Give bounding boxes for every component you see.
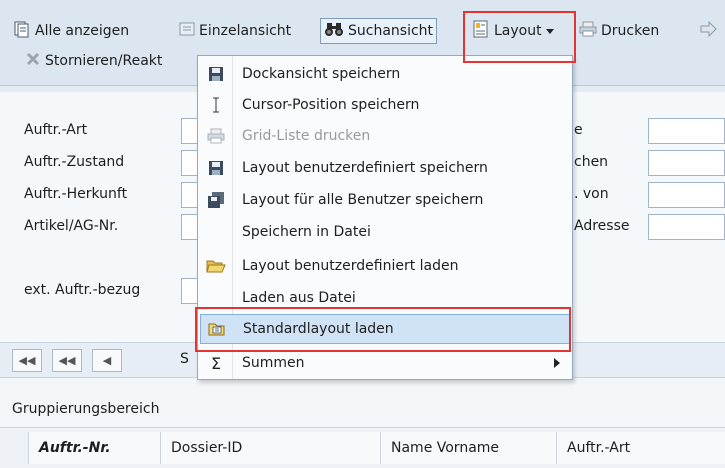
menu-item-load-default-layout[interactable]: Standardlayout laden bbox=[200, 314, 570, 344]
right-input-3[interactable] bbox=[648, 182, 725, 208]
column-label: Auftr.-Nr. bbox=[39, 440, 111, 456]
grouping-area[interactable]: Gruppierungsbereich bbox=[0, 378, 725, 428]
grid-header: Auftr.-Nr. Dossier-ID Name Vorname Auftr… bbox=[0, 428, 725, 468]
right-input-4[interactable] bbox=[648, 214, 725, 240]
menu-item-label: Layout benutzerdefiniert laden bbox=[242, 258, 459, 274]
first-page-icon: ◀◀ bbox=[18, 354, 36, 367]
order-state-label: Auftr.-Zustand bbox=[24, 154, 125, 170]
layout-label: Layout bbox=[494, 23, 542, 39]
print-label: Drucken bbox=[601, 23, 660, 39]
menu-item-label: Standardlayout laden bbox=[243, 321, 394, 337]
form-icon bbox=[179, 21, 195, 41]
menu-item-label: Grid-Liste drucken bbox=[242, 128, 371, 144]
forward-arrow-icon bbox=[699, 20, 717, 41]
forward-button[interactable] bbox=[696, 18, 720, 44]
documents-icon bbox=[13, 20, 31, 42]
right-label-1: e bbox=[574, 122, 583, 138]
order-type-label: Auftr.-Art bbox=[24, 122, 88, 138]
menu-item-save-to-file[interactable]: Speichern in Datei bbox=[200, 217, 570, 247]
search-view-button[interactable]: Suchansicht bbox=[320, 18, 438, 44]
cancel-reactivate-button[interactable]: Stornieren/Reakt bbox=[22, 48, 165, 74]
print-button[interactable]: Drucken bbox=[576, 18, 662, 44]
column-header-dossier-id[interactable]: Dossier-ID bbox=[160, 432, 380, 464]
right-input-2[interactable] bbox=[648, 150, 725, 176]
column-header-order-type[interactable]: Auftr.-Art bbox=[556, 432, 725, 464]
pager-label: S bbox=[180, 351, 189, 367]
column-label: Auftr.-Art bbox=[567, 440, 631, 456]
printer-icon bbox=[200, 128, 232, 144]
column-header-order-nr[interactable]: Auftr.-Nr. bbox=[28, 432, 160, 464]
column-label: Dossier-ID bbox=[171, 440, 243, 456]
single-view-button[interactable]: Einzelansicht bbox=[176, 18, 294, 44]
show-all-button[interactable]: Alle anzeigen bbox=[10, 18, 132, 44]
menu-item-label: Layout benutzerdefiniert speichern bbox=[242, 160, 488, 176]
menu-item-label: Speichern in Datei bbox=[242, 224, 371, 240]
grouping-area-label: Gruppierungsbereich bbox=[12, 401, 160, 417]
prev-page-button[interactable]: ◀ bbox=[92, 349, 122, 372]
submenu-arrow-icon bbox=[554, 358, 560, 368]
rewind-icon: ◀◀ bbox=[58, 354, 76, 367]
menu-item-label: Cursor-Position speichern bbox=[242, 97, 420, 113]
ext-order-ref-label: ext. Auftr.-bezug bbox=[24, 282, 141, 298]
first-page-button[interactable]: ◀◀ bbox=[12, 349, 42, 372]
load-layout-icon bbox=[201, 320, 233, 338]
right-label-3: . von bbox=[574, 186, 609, 202]
menu-item-print-grid-list[interactable]: Grid-Liste drucken bbox=[200, 121, 570, 151]
single-view-label: Einzelansicht bbox=[199, 23, 292, 39]
layout-dropdown-menu: Dockansicht speichern Cursor-Position sp… bbox=[197, 55, 573, 380]
right-label-4: Adresse bbox=[574, 218, 630, 234]
text-cursor-icon bbox=[200, 97, 232, 113]
search-view-label: Suchansicht bbox=[348, 23, 434, 39]
menu-item-label: Dockansicht speichern bbox=[242, 66, 401, 82]
layout-menu-button[interactable]: Layout bbox=[469, 18, 557, 44]
multi-floppy-icon bbox=[200, 191, 232, 209]
floppy-icon bbox=[200, 66, 232, 82]
column-label: Name Vorname bbox=[391, 440, 500, 456]
menu-item-save-custom-layout[interactable]: Layout benutzerdefiniert speichern bbox=[200, 153, 570, 183]
menu-item-sums[interactable]: Σ Summen bbox=[200, 348, 570, 378]
article-label: Artikel/AG-Nr. bbox=[24, 218, 119, 234]
menu-item-label: Summen bbox=[242, 355, 305, 371]
prev-icon: ◀ bbox=[102, 354, 112, 367]
menu-item-save-layout-all-users[interactable]: Layout für alle Benutzer speichern bbox=[200, 185, 570, 215]
cross-icon bbox=[25, 51, 41, 71]
binoculars-icon bbox=[324, 21, 344, 41]
layout-icon bbox=[472, 20, 490, 42]
open-folder-icon bbox=[200, 258, 232, 274]
menu-item-save-cursor-position[interactable]: Cursor-Position speichern bbox=[200, 90, 570, 120]
menu-item-label: Layout für alle Benutzer speichern bbox=[242, 192, 484, 208]
menu-item-load-custom-layout[interactable]: Layout benutzerdefiniert laden bbox=[200, 251, 570, 281]
menu-item-save-dock-view[interactable]: Dockansicht speichern bbox=[200, 59, 570, 89]
order-origin-label: Auftr.-Herkunft bbox=[24, 186, 128, 202]
right-label-2: chen bbox=[574, 154, 609, 170]
right-input-1[interactable] bbox=[648, 118, 725, 144]
menu-item-label: Laden aus Datei bbox=[242, 290, 356, 306]
menu-item-load-from-file[interactable]: Laden aus Datei bbox=[200, 283, 570, 313]
caret-down-icon bbox=[545, 23, 554, 39]
floppy-icon bbox=[200, 160, 232, 176]
prev-block-button[interactable]: ◀◀ bbox=[52, 349, 82, 372]
cancel-reactivate-label: Stornieren/Reakt bbox=[45, 53, 163, 69]
show-all-label: Alle anzeigen bbox=[35, 23, 130, 39]
column-header-name[interactable]: Name Vorname bbox=[380, 432, 556, 464]
sigma-icon: Σ bbox=[210, 353, 222, 373]
printer-icon bbox=[579, 21, 597, 41]
